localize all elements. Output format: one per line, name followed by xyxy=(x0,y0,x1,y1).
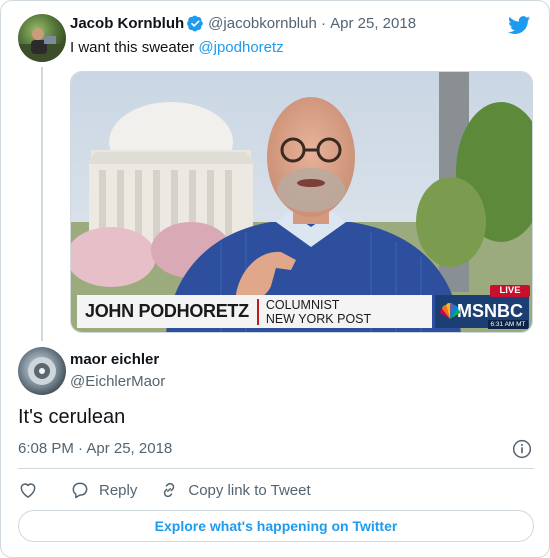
mention-link[interactable]: @jpodhoretz xyxy=(198,39,283,56)
thread-connector-line xyxy=(41,67,43,341)
tweet-text: I want this sweater @jpodhoretz xyxy=(70,39,284,56)
tweet-embed-card: Jacob Kornbluh @jacobkornbluh · Apr 25, … xyxy=(0,0,550,558)
lower-third-role-line2: NEW YORK POST xyxy=(265,311,372,326)
divider xyxy=(18,468,534,469)
reply-bubble-icon xyxy=(72,482,88,499)
tweet-header: Jacob Kornbluh @jacobkornbluh · Apr 25, … xyxy=(70,15,416,32)
date-separator: · xyxy=(316,15,331,32)
heart-icon xyxy=(20,483,36,498)
reply-button[interactable]: Reply xyxy=(70,480,137,500)
reply-avatar[interactable] xyxy=(18,347,66,395)
tweet-date[interactable]: Apr 25, 2018 xyxy=(330,15,416,32)
info-icon[interactable] xyxy=(512,439,532,459)
copy-link-label: Copy link to Tweet xyxy=(188,481,311,499)
network-name: MSNBC xyxy=(457,301,523,321)
reply-author-name[interactable]: maor eichler xyxy=(70,351,159,368)
twitter-bird-icon[interactable] xyxy=(507,14,532,36)
lower-third-role: COLUMNIST NEW YORK POST xyxy=(266,298,371,326)
explore-twitter-button[interactable]: Explore what's happening on Twitter xyxy=(18,510,534,542)
like-button[interactable] xyxy=(18,480,38,500)
live-badge: LIVE xyxy=(490,285,530,297)
tweet-text-body: I want this sweater xyxy=(70,39,199,56)
reply-label: Reply xyxy=(99,481,138,499)
reply-timestamp[interactable]: 6:08 PM · Apr 25, 2018 xyxy=(18,440,172,457)
broadcast-clock: 6:31 AM MT xyxy=(488,320,528,329)
author-handle[interactable]: @jacobkornbluh xyxy=(208,15,317,32)
lower-third-divider xyxy=(256,298,259,325)
news-lower-third: JOHN PODHORETZ COLUMNIST NEW YORK POST xyxy=(77,295,432,328)
peacock-icon xyxy=(440,303,460,319)
copy-link-button[interactable]: Copy link to Tweet xyxy=(159,480,311,500)
avatar[interactable] xyxy=(18,14,66,62)
tweet-media-image[interactable]: JOHN PODHORETZ COLUMNIST NEW YORK POST MS… xyxy=(70,71,533,333)
link-icon xyxy=(164,482,175,498)
reply-tweet-text: It's cerulean xyxy=(18,406,126,428)
verified-badge-icon xyxy=(187,15,203,32)
lower-third-name: JOHN PODHORETZ xyxy=(85,301,249,321)
reply-author-handle[interactable]: @EichlerMaor xyxy=(70,373,165,390)
tweet-actions: Reply Copy link to Tweet xyxy=(18,479,311,501)
author-name[interactable]: Jacob Kornbluh xyxy=(70,15,184,32)
lower-third-role-line1: COLUMNIST xyxy=(265,297,340,312)
